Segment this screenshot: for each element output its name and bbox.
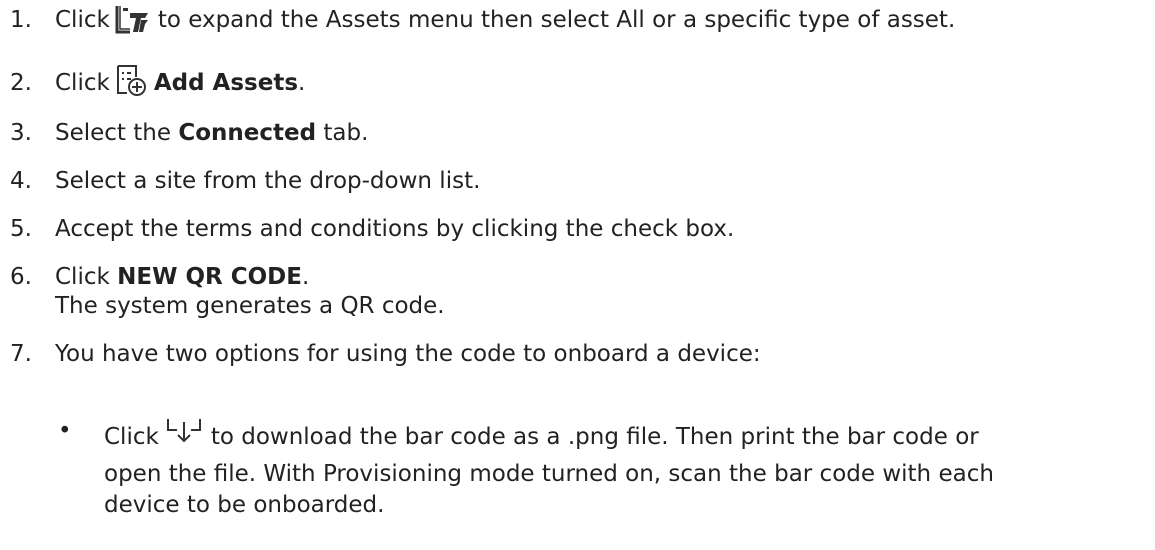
step-text: . — [298, 70, 306, 96]
step-bold-text: NEW QR CODE — [117, 264, 302, 290]
step-6-result: The system generates a QR code. — [55, 293, 445, 319]
bullet-line-2: open the file. With Provisioning mode tu… — [104, 461, 994, 487]
step-text: Click — [55, 264, 110, 290]
step-number: 3. — [10, 120, 32, 146]
step-number: 4. — [10, 168, 32, 194]
step-4: 4. Select a site from the drop-down list. — [10, 166, 480, 197]
assets-menu-icon — [114, 4, 152, 43]
bullet-line-3: device to be onboarded. — [104, 492, 385, 518]
step-6: 6. Click NEW QR CODE. — [10, 262, 309, 293]
bullet-text: Click — [104, 424, 159, 450]
step-text: Accept the terms and conditions by click… — [55, 216, 735, 242]
step-text: You have two options for using the code … — [55, 341, 761, 367]
step-text: . — [301, 264, 310, 290]
step-text: Select the — [55, 120, 172, 146]
bullet-marker: • — [58, 418, 72, 444]
bullet-text: to download the bar code as a .png file.… — [210, 424, 979, 450]
step-text: Select a site from the drop-down list. — [55, 168, 481, 194]
step-5: 5. Accept the terms and conditions by cli… — [10, 214, 734, 245]
bullet-item: Click to download the bar code as a .png … — [104, 416, 1144, 521]
step-7: 7. You have two options for using the cod… — [10, 339, 761, 370]
step-1: 1. Click to expand the Assets menu then se… — [10, 4, 955, 43]
add-assets-icon — [114, 63, 148, 106]
step-text: to expand the Assets menu then select Al… — [157, 7, 956, 33]
procedure-document: 1. Click to expand the Assets menu then se… — [0, 0, 1155, 550]
step-text: Click — [55, 70, 110, 96]
step-number: 1. — [10, 7, 32, 33]
step-2: 2. Click Add Assets. — [10, 63, 305, 106]
step-number: 7. — [10, 341, 32, 367]
download-icon — [165, 416, 203, 459]
step-text: tab. — [323, 120, 369, 146]
bullet-line-1: Click to download the bar code as a .png … — [104, 416, 1144, 459]
step-number: 2. — [10, 70, 32, 96]
step-text: Click — [55, 7, 110, 33]
step-3: 3. Select the Connected tab. — [10, 118, 368, 149]
step-bold-text: Connected — [178, 120, 317, 146]
step-bold-text: Add Assets — [153, 70, 299, 96]
step-number: 6. — [10, 264, 32, 290]
step-number: 5. — [10, 216, 32, 242]
